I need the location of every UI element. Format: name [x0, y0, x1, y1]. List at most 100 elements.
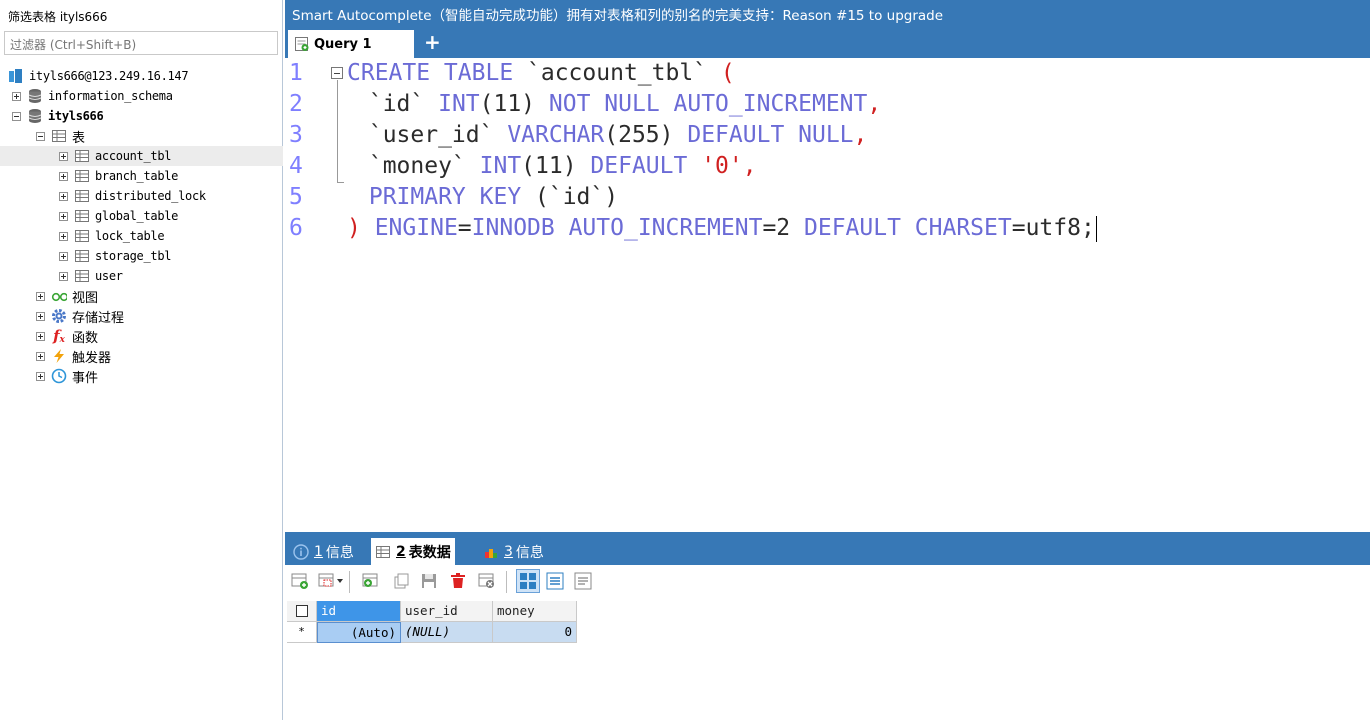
tab-info-3[interactable]: 3 信息: [479, 538, 548, 565]
table-cell[interactable]: (Auto): [317, 622, 401, 643]
code-token: INT: [479, 153, 522, 179]
tab-table-data[interactable]: 2 表数据: [371, 538, 455, 565]
server-icon: [8, 68, 24, 84]
table-icon: [74, 168, 90, 184]
code-token: =: [457, 215, 472, 241]
code-line: 4 `money` INT(11) DEFAULT '0',: [285, 151, 1370, 182]
tree-table-item[interactable]: branch_table: [0, 166, 283, 186]
tree-table-item[interactable]: global_table: [0, 206, 283, 226]
expand-icon[interactable]: [36, 351, 45, 361]
upgrade-banner[interactable]: Smart Autocomplete（智能自动完成功能）拥有对表格和列的别名的完…: [285, 0, 1370, 28]
code-token: =2: [762, 215, 804, 241]
form-view-button[interactable]: [545, 571, 565, 591]
fold-guide-end: [337, 182, 344, 183]
table-cell[interactable]: 0: [493, 622, 577, 643]
code-token: INT: [438, 91, 480, 117]
expand-icon[interactable]: [59, 231, 68, 241]
export-dropdown-button[interactable]: [317, 571, 345, 591]
expand-icon[interactable]: [36, 331, 45, 341]
code-token: DEFAULT NULL: [687, 122, 854, 148]
tree-db-information-schema[interactable]: information_schema: [0, 86, 283, 106]
row-marker[interactable]: *: [287, 622, 317, 643]
checkbox-icon: [295, 605, 308, 617]
tree-folder-events[interactable]: 事件: [0, 366, 283, 386]
save-button[interactable]: [419, 571, 439, 591]
table-label: global_table: [95, 209, 179, 223]
folder-label: 函数: [72, 330, 99, 346]
glasses-icon: [51, 288, 67, 304]
tree-folder-views[interactable]: 视图: [0, 286, 283, 306]
code-token: ): [347, 215, 375, 241]
code-token: VARCHAR: [507, 122, 605, 148]
tree-connection[interactable]: ityls666@123.249.16.147: [0, 66, 283, 86]
duplicate-row-button[interactable]: [391, 571, 411, 591]
table-label: storage_tbl: [95, 249, 172, 263]
expand-icon[interactable]: [59, 171, 68, 181]
tab-label: 信息: [325, 544, 354, 561]
expand-icon[interactable]: [59, 211, 68, 221]
code-text: CREATE TABLE `account_tbl` (: [347, 58, 735, 89]
code-text: ) ENGINE=INNODB AUTO_INCREMENT=2 DEFAULT…: [347, 213, 1097, 244]
tree-folder-functions[interactable]: fx 函数: [0, 326, 283, 346]
expand-icon[interactable]: [36, 371, 45, 381]
tree-folder-triggers[interactable]: 触发器: [0, 346, 283, 366]
tree-folder-tables[interactable]: 表: [0, 126, 283, 146]
tree-db-ityls666[interactable]: ityls666: [0, 106, 283, 126]
code-token: '0': [701, 153, 743, 179]
code-token: INNODB AUTO_INCREMENT: [471, 215, 763, 241]
table-cell[interactable]: (NULL): [401, 622, 493, 643]
tab-label: 信息: [515, 544, 544, 561]
info-icon: [293, 543, 309, 560]
grid-view-icon: [520, 573, 536, 589]
delete-row-button[interactable]: [448, 571, 468, 591]
column-header[interactable]: user_id: [401, 601, 493, 622]
folder-label: 表: [72, 130, 86, 146]
fold-toggle-icon[interactable]: [331, 67, 343, 79]
expand-icon[interactable]: [59, 271, 68, 281]
tab-info-1[interactable]: 1 信息: [289, 538, 358, 565]
duplicate-icon: [394, 573, 409, 589]
insert-row-button[interactable]: [361, 571, 381, 591]
collapse-icon[interactable]: [36, 131, 45, 141]
tree-folder-procedures[interactable]: 存储过程: [0, 306, 283, 326]
tab-number: 1: [314, 543, 323, 560]
code-token: `money`: [355, 153, 480, 179]
expand-icon[interactable]: [59, 151, 68, 161]
code-line: 1 CREATE TABLE `account_tbl` (: [285, 58, 1370, 89]
grid-view-button[interactable]: [516, 569, 540, 593]
column-header[interactable]: money: [493, 601, 577, 622]
tab-query-1[interactable]: Query 1: [288, 30, 414, 58]
select-all-checkbox[interactable]: [287, 601, 317, 622]
table-label: distributed_lock: [95, 189, 206, 203]
expand-icon[interactable]: [59, 191, 68, 201]
column-header[interactable]: id: [317, 601, 401, 622]
tree-table-item[interactable]: storage_tbl: [0, 246, 283, 266]
discard-button[interactable]: [477, 571, 497, 591]
expand-icon[interactable]: [59, 251, 68, 261]
collapse-icon[interactable]: [12, 111, 21, 121]
code-token: (255): [604, 122, 688, 148]
code-token: `user_id`: [355, 122, 508, 148]
add-row-button[interactable]: [290, 571, 310, 591]
tab-number: 3: [504, 543, 513, 560]
tree-table-item[interactable]: distributed_lock: [0, 186, 283, 206]
code-line: 5 PRIMARY KEY (`id`): [285, 182, 1370, 213]
text-view-button[interactable]: [573, 571, 593, 591]
insert-row-icon: [362, 573, 378, 587]
expand-icon[interactable]: [12, 91, 21, 101]
function-icon: fx: [53, 327, 65, 345]
text-cursor: [1095, 215, 1097, 242]
code-token: ,: [742, 153, 757, 179]
tree-table-item[interactable]: account_tbl: [0, 146, 283, 166]
expand-icon[interactable]: [36, 291, 45, 301]
save-icon: [422, 574, 436, 588]
filter-input[interactable]: [4, 31, 278, 55]
sql-editor[interactable]: 1 CREATE TABLE `account_tbl` ( 2 `id` IN…: [285, 58, 1370, 532]
add-tab-button[interactable]: +: [424, 32, 441, 52]
code-token: `id`: [355, 91, 439, 117]
table-label: user: [95, 269, 123, 283]
text-view-icon: [574, 572, 592, 590]
expand-icon[interactable]: [36, 311, 45, 321]
tree-table-item[interactable]: user: [0, 266, 283, 286]
tree-table-item[interactable]: lock_table: [0, 226, 283, 246]
